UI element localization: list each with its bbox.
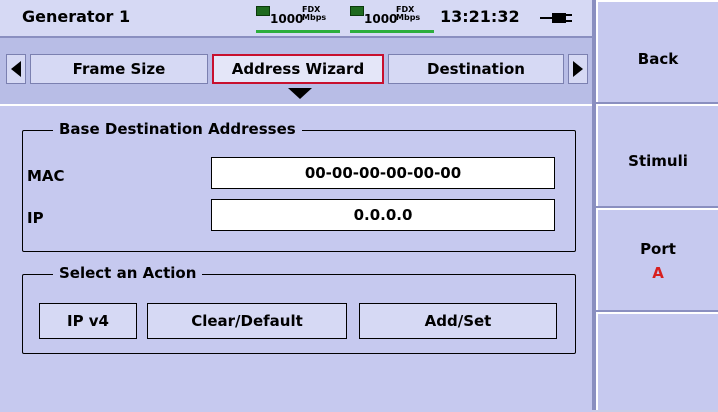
arrow-left-icon xyxy=(11,61,21,77)
ethernet-port-icon xyxy=(350,6,364,16)
tab-bar: Frame Size Address Wizard Destination xyxy=(0,38,592,102)
back-label: Back xyxy=(637,50,679,68)
selected-tab-pointer-icon xyxy=(288,88,312,99)
tab-scroll-left-button[interactable] xyxy=(6,54,26,84)
base-destination-addresses-group: Base Destination Addresses MAC 00-00-00-… xyxy=(22,120,576,252)
tab-address-wizard[interactable]: Address Wizard xyxy=(212,54,384,84)
mac-label: MAC xyxy=(27,167,65,185)
ip-address-field[interactable]: 0.0.0.0 xyxy=(211,199,555,231)
stimuli-button[interactable]: Stimuli xyxy=(596,104,718,206)
link-status-1: 1000 FDX Mbps xyxy=(256,4,340,33)
link-indicator-bar xyxy=(350,30,434,33)
ipv4-button[interactable]: IP v4 xyxy=(39,303,137,339)
link-speed: 1000 xyxy=(270,12,304,26)
generator-screen: Generator 1 1000 FDX Mbps 1000 FDX Mbps 13… xyxy=(0,0,718,412)
select-action-group: Select an Action IP v4 Clear/Default Add… xyxy=(22,264,576,354)
back-button[interactable]: Back xyxy=(596,0,718,102)
add-set-button[interactable]: Add/Set xyxy=(359,303,557,339)
link-indicator-bar xyxy=(256,30,340,33)
softkey-panel: Back Stimuli Port A xyxy=(592,0,718,410)
tab-destination[interactable]: Destination xyxy=(388,54,564,84)
link-duplex: FDX Mbps xyxy=(396,5,421,22)
port-button[interactable]: Port A xyxy=(596,208,718,310)
clear-default-button[interactable]: Clear/Default xyxy=(147,303,347,339)
link-speed: 1000 xyxy=(364,12,398,26)
port-label: Port xyxy=(640,240,676,258)
title-bar: Generator 1 1000 FDX Mbps 1000 FDX Mbps 13… xyxy=(0,0,592,38)
mac-address-field[interactable]: 00-00-00-00-00-00 xyxy=(211,157,555,189)
stimuli-label: Stimuli xyxy=(628,152,688,170)
ethernet-port-icon xyxy=(256,6,270,16)
ip-label: IP xyxy=(27,209,44,227)
address-wizard-panel: Base Destination Addresses MAC 00-00-00-… xyxy=(0,104,592,412)
arrow-right-icon xyxy=(573,61,583,77)
page-title: Generator 1 xyxy=(22,7,131,26)
tab-scroll-right-button[interactable] xyxy=(568,54,588,84)
blank-softkey[interactable] xyxy=(596,312,718,410)
plug-icon xyxy=(540,13,572,23)
group-legend: Select an Action xyxy=(53,264,203,282)
clock: 13:21:32 xyxy=(440,7,520,26)
port-value: A xyxy=(652,264,664,282)
group-legend: Base Destination Addresses xyxy=(53,120,302,138)
tab-frame-size[interactable]: Frame Size xyxy=(30,54,208,84)
link-duplex: FDX Mbps xyxy=(302,5,327,22)
link-status-2: 1000 FDX Mbps xyxy=(350,4,434,33)
